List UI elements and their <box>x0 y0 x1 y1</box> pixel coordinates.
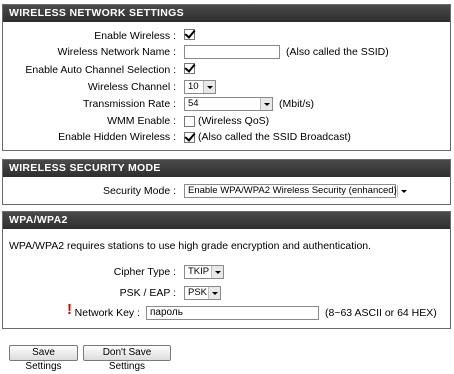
network-key-note: (8~63 ASCII or 64 HEX) <box>325 307 437 319</box>
cipher-type-select[interactable]: TKIP <box>184 265 224 279</box>
wireless-network-settings-header: WIRELESS NETWORK SETTINGS <box>3 5 450 22</box>
chevron-down-icon <box>211 266 223 278</box>
psk-eap-row: PSK / EAP : PSK <box>3 286 450 300</box>
wmm-label: WMM Enable : <box>107 115 176 127</box>
wireless-channel-label: Wireless Channel : <box>87 81 176 93</box>
wmm-checkbox[interactable] <box>184 115 195 127</box>
network-name-input[interactable] <box>184 45 280 59</box>
hidden-wireless-row: Enable Hidden Wireless : (Also called th… <box>3 130 450 144</box>
hidden-wireless-label: Enable Hidden Wireless : <box>58 131 176 143</box>
save-settings-button[interactable]: Save Settings <box>9 345 78 372</box>
chevron-down-icon <box>260 98 272 110</box>
transmission-rate-label: Transmission Rate : <box>83 98 176 110</box>
transmission-rate-unit: (Mbit/s) <box>279 98 314 110</box>
wmm-row: WMM Enable : (Wireless QoS) <box>3 114 450 128</box>
network-key-label: Network Key : <box>74 307 140 319</box>
network-name-row: Wireless Network Name : (Also called the… <box>3 45 450 59</box>
security-mode-label: Security Mode : <box>103 185 176 197</box>
psk-eap-value: PSK <box>188 287 208 298</box>
auto-channel-label: Enable Auto Channel Selection : <box>25 64 176 76</box>
wmm-note: (Wireless QoS) <box>198 115 270 127</box>
wpa-description: WPA/WPA2 requires stations to use high g… <box>9 240 372 252</box>
wireless-network-settings-panel: WIRELESS NETWORK SETTINGS Enable Wireles… <box>2 4 451 151</box>
warning-exclamation-icon: ! <box>67 301 72 318</box>
wireless-channel-value: 10 <box>188 81 199 92</box>
chevron-down-icon <box>203 81 215 93</box>
hidden-wireless-checkbox[interactable] <box>184 131 195 143</box>
transmission-rate-value: 54 <box>188 98 199 109</box>
security-mode-select[interactable]: Enable WPA/WPA2 Wireless Security (enhan… <box>184 184 407 198</box>
security-mode-row: Security Mode : Enable WPA/WPA2 Wireless… <box>3 184 450 198</box>
auto-channel-row: Enable Auto Channel Selection : <box>3 63 450 77</box>
enable-wireless-row: Enable Wireless : <box>3 29 450 43</box>
wpa-panel: WPA/WPA2 WPA/WPA2 requires stations to u… <box>2 211 451 329</box>
transmission-rate-row: Transmission Rate : 54 (Mbit/s) <box>3 97 450 111</box>
auto-channel-checkbox[interactable] <box>184 63 195 74</box>
wireless-security-mode-panel: WIRELESS SECURITY MODE Security Mode : E… <box>2 159 451 205</box>
network-name-label: Wireless Network Name : <box>57 46 176 58</box>
hidden-wireless-note: (Also called the SSID Broadcast) <box>198 131 351 143</box>
dont-save-settings-button[interactable]: Don't Save Settings <box>83 345 171 372</box>
enable-wireless-checkbox[interactable] <box>184 29 195 40</box>
security-mode-value: Enable WPA/WPA2 Wireless Security (enhan… <box>188 185 397 196</box>
transmission-rate-select[interactable]: 54 <box>184 97 273 111</box>
chevron-down-icon <box>396 185 407 197</box>
wpa-header: WPA/WPA2 <box>3 212 450 229</box>
cipher-type-row: Cipher Type : TKIP <box>3 265 450 279</box>
wireless-security-mode-header: WIRELESS SECURITY MODE <box>3 160 450 177</box>
psk-eap-select[interactable]: PSK <box>184 286 221 300</box>
network-key-input[interactable]: пароль <box>146 306 319 320</box>
network-key-row: ! Network Key : пароль (8~63 ASCII or 64… <box>3 301 450 320</box>
wireless-channel-row: Wireless Channel : 10 <box>3 80 450 94</box>
psk-eap-label: PSK / EAP : <box>119 287 176 299</box>
wireless-channel-select[interactable]: 10 <box>184 80 216 94</box>
network-name-note: (Also called the SSID) <box>286 46 389 58</box>
chevron-down-icon <box>208 287 220 299</box>
cipher-type-value: TKIP <box>188 266 210 277</box>
enable-wireless-label: Enable Wireless : <box>94 30 176 42</box>
cipher-type-label: Cipher Type : <box>113 266 176 278</box>
